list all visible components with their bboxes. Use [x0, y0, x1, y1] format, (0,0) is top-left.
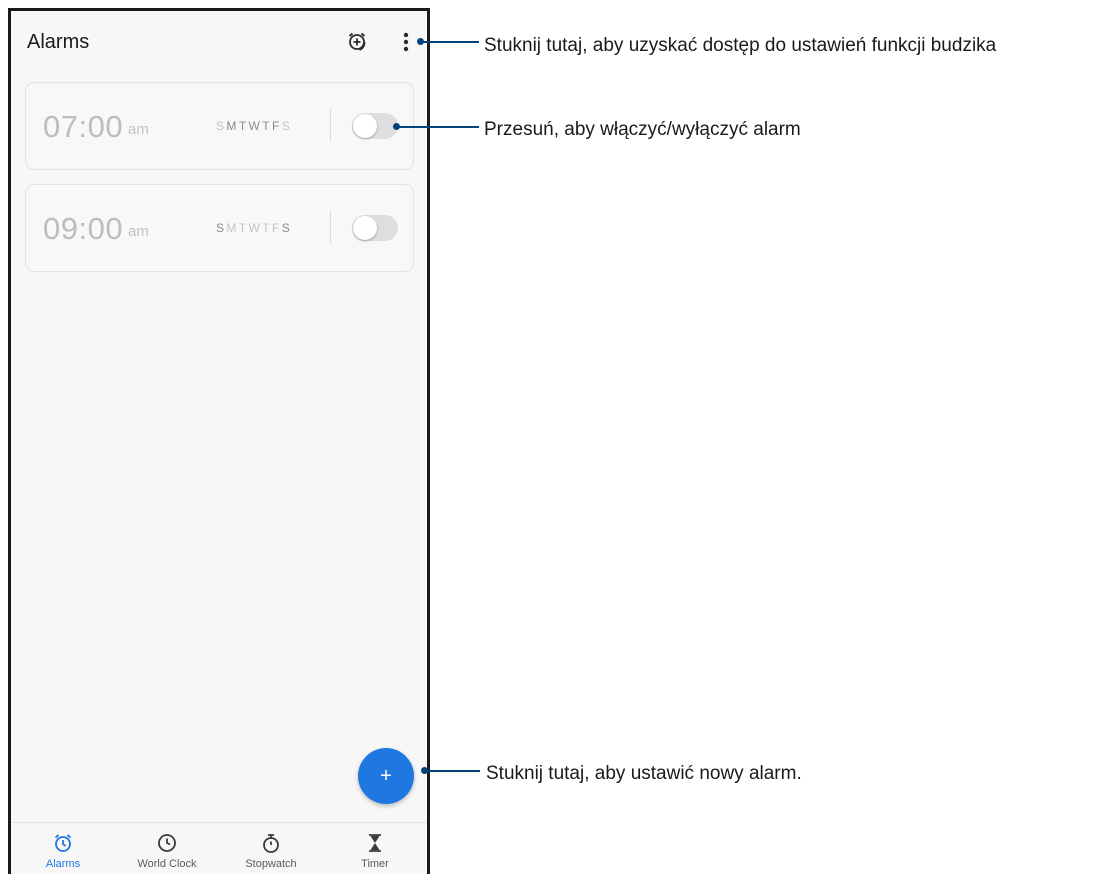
day-thursday: T [262, 119, 273, 133]
day-sunday: S [216, 119, 227, 133]
day-saturday: S [281, 221, 293, 235]
day-tuesday: T [238, 119, 249, 133]
tab-world-clock[interactable]: World Clock [115, 823, 219, 879]
callout-line [397, 126, 479, 128]
callout-new-alarm: Stuknij tutaj, aby ustawić nowy alarm. [486, 763, 802, 784]
tab-stopwatch[interactable]: Stopwatch [219, 823, 323, 879]
plus-icon: + [380, 765, 392, 787]
alarm-time: 09:00 [43, 211, 124, 246]
phone-screen: Alarms 07:00 am SMTWTFS 09:00 am SMTWTFS… [8, 8, 430, 874]
alarm-days: SMTWTFS [216, 119, 292, 133]
tab-label: Stopwatch [245, 858, 297, 870]
callout-toggle: Przesuń, aby włączyć/wyłączyć alarm [484, 119, 801, 140]
tab-label: World Clock [137, 858, 197, 870]
day-thursday: T [262, 221, 273, 235]
toggle-knob [353, 114, 377, 138]
alarm-ampm: am [128, 121, 149, 138]
callout-settings: Stuknij tutaj, aby uzyskać dostęp do ust… [484, 35, 997, 56]
tab-alarms[interactable]: Alarms [11, 823, 115, 879]
alarm-toggle[interactable] [352, 113, 398, 139]
divider [330, 108, 331, 142]
hourglass-icon [369, 834, 381, 852]
app-bar: Alarms [11, 11, 427, 77]
day-saturday: S [281, 119, 293, 133]
tab-label: Alarms [45, 858, 81, 870]
alarm-toggle[interactable] [352, 215, 398, 241]
day-tuesday: T [238, 221, 249, 235]
day-wednesday: W [248, 119, 263, 133]
add-alarm-icon[interactable] [346, 30, 370, 54]
clock-icon [158, 834, 176, 852]
day-friday: F [272, 221, 282, 235]
day-friday: F [272, 119, 282, 133]
tab-timer[interactable]: Timer [323, 823, 427, 879]
more-options-button[interactable] [397, 29, 415, 55]
page-title: Alarms [27, 31, 90, 53]
bottom-nav: Alarms World Clock Stopwatch Timer [11, 822, 427, 874]
stopwatch-icon [263, 834, 279, 853]
toggle-knob [353, 216, 377, 240]
alarm-ampm: am [128, 223, 149, 240]
more-vert-icon [403, 32, 409, 52]
day-sunday: S [216, 221, 227, 235]
callout-line [421, 41, 479, 43]
tab-label: Timer [361, 858, 389, 870]
alarm-days: SMTWTFS [216, 221, 292, 235]
alarm-card[interactable]: 07:00 am SMTWTFS [25, 82, 414, 170]
alarm-card[interactable]: 09:00 am SMTWTFS [25, 184, 414, 272]
day-wednesday: W [248, 221, 263, 235]
day-monday: M [226, 119, 239, 133]
callout-line [425, 770, 480, 772]
new-alarm-button[interactable]: + [358, 748, 414, 804]
alarm-clock-icon [54, 834, 72, 852]
alarm-time: 07:00 [43, 109, 124, 144]
day-monday: M [226, 221, 239, 235]
divider [330, 210, 331, 244]
